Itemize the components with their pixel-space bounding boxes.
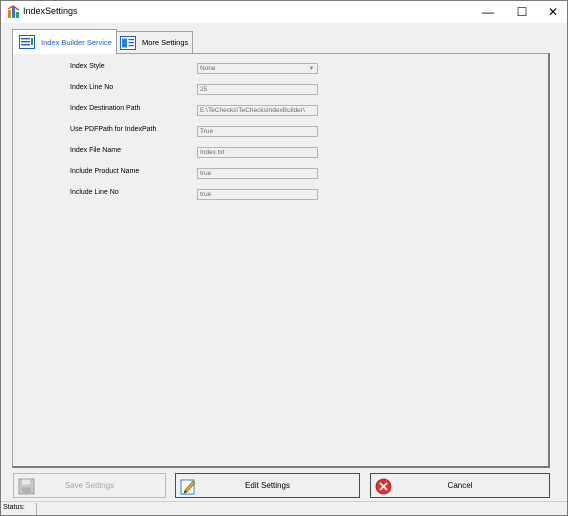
label-include-line-no: Include Line No [70,189,119,196]
index-file-name-field[interactable]: Index.txt [197,147,318,158]
maximize-button[interactable]: ☐ [505,1,539,23]
index-settings-window: IndexSettings — ☐ ✕ Index Builder Servic… [0,0,568,516]
index-style-select[interactable]: None ▼ [197,63,318,74]
use-pdfpath-field[interactable]: True [197,126,318,137]
edit-settings-button[interactable]: Edit Settings [175,473,360,498]
index-line-no-field[interactable]: 25 [197,84,318,95]
minimize-icon: — [482,5,494,19]
label-index-file-name: Index File Name [70,147,121,154]
maximize-icon: ☐ [516,5,528,19]
index-builder-icon [19,35,35,49]
window-title: IndexSettings [23,6,78,16]
label-index-style: Index Style [70,63,105,70]
save-settings-label: Save Settings [64,481,115,490]
include-product-name-field[interactable]: true [197,168,318,179]
close-icon: ✕ [547,5,559,19]
label-use-pdfpath: Use PDFPath for IndexPath [70,126,157,133]
include-line-no-field[interactable]: true [197,189,318,200]
close-button[interactable]: ✕ [536,1,567,23]
app-icon [7,5,20,18]
minimize-button[interactable]: — [471,1,505,23]
label-index-destination-path: Index Destination Path [70,105,141,112]
chevron-down-icon[interactable]: ▼ [307,65,316,72]
title-bar: IndexSettings — ☐ ✕ [1,1,567,23]
index-style-value: None [200,65,216,72]
cancel-label: Cancel [447,481,473,490]
save-settings-button[interactable]: Save Settings [13,473,166,498]
edit-settings-label: Edit Settings [245,481,290,490]
tab-label-more-settings: More Settings [142,38,189,47]
tab-index-builder-service[interactable]: Index Builder Service [12,29,117,54]
status-bar: Status: [1,501,567,515]
tab-label-index-builder-service: Index Builder Service [41,37,112,47]
index-destination-path-field[interactable]: E:\TeChecks\TeChecksIndexBuilder\ [197,105,318,116]
status-separator [36,503,37,515]
cancel-button[interactable]: Cancel [370,473,550,498]
label-include-product-name: Include Product Name [70,168,140,175]
more-settings-icon [120,35,136,50]
label-index-line-no: Index Line No [70,84,114,91]
tab-more-settings[interactable]: More Settings [117,31,193,53]
status-label: Status: [3,504,25,511]
